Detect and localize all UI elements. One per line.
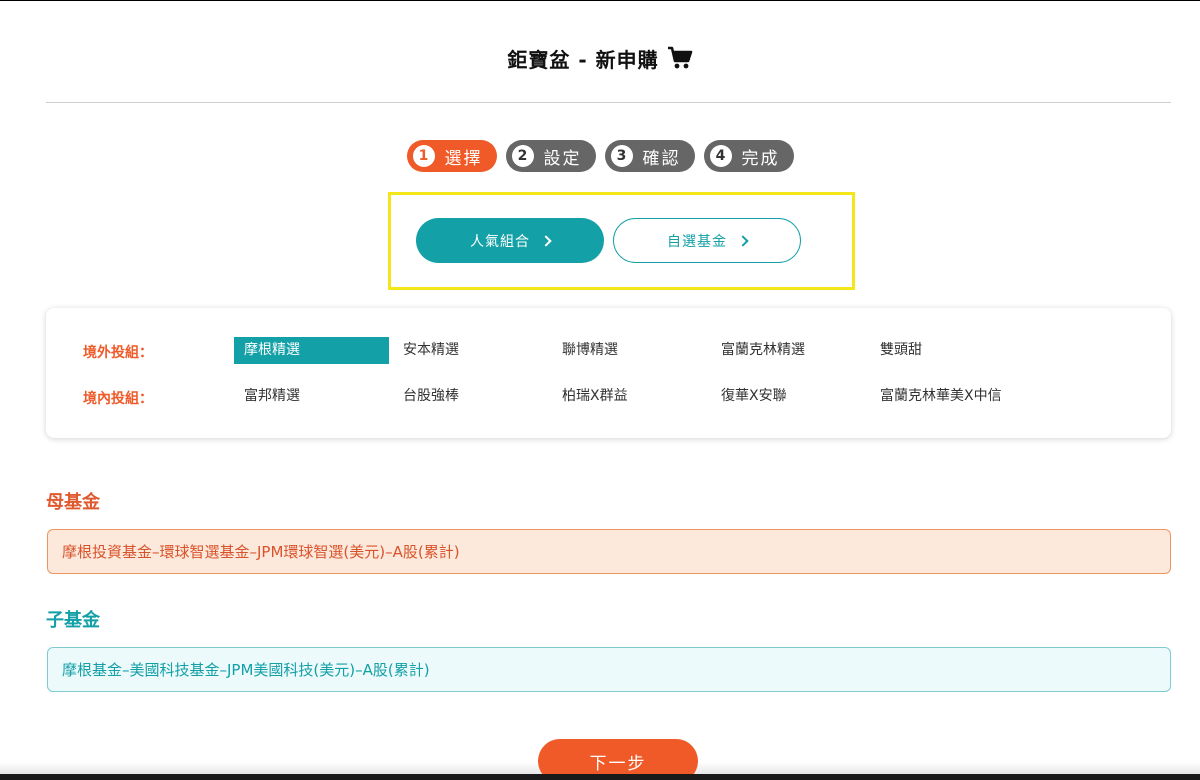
chevron-right-icon [540, 234, 552, 247]
step-label: 確認 [642, 148, 681, 169]
overseas-option[interactable]: 安本精選 [393, 337, 548, 364]
step-number: 3 [610, 145, 633, 167]
header-divider [46, 102, 1171, 103]
chevron-right-icon [737, 234, 749, 247]
step-label: 完成 [741, 148, 780, 169]
domestic-option[interactable]: 台股強棒 [393, 383, 548, 410]
domestic-portfolio-label: 境內投組： [83, 391, 153, 407]
step-select: 1 選擇 [406, 140, 497, 172]
child-fund-box: 摩根基金–美國科技基金–JPM美國科技(美元)–A股(累計) [47, 647, 1171, 692]
taskbar-edge [0, 774, 1200, 780]
domestic-option[interactable]: 復華X安聯 [711, 383, 866, 410]
overseas-option[interactable]: 聯博精選 [552, 337, 707, 364]
custom-fund-button[interactable]: 自選基金 [613, 218, 801, 263]
mother-fund-name: 摩根投資基金–環球智選基金–JPM環球智選(美元)–A股(累計) [62, 543, 460, 561]
window-top-border [0, 0, 1200, 1]
shopping-cart-icon [667, 46, 692, 69]
domestic-option[interactable]: 富邦精選 [234, 383, 389, 410]
progress-steps: 1 選擇 2 設定 3 確認 4 完成 [0, 140, 1200, 172]
child-fund-name: 摩根基金–美國科技基金–JPM美國科技(美元)–A股(累計) [62, 661, 430, 679]
overseas-option[interactable]: 摩根精選 [234, 337, 389, 364]
step-confirm: 3 確認 [604, 140, 695, 172]
step-label: 選擇 [444, 148, 483, 169]
step-number: 1 [412, 145, 435, 167]
page-header: 鉅寶盆 - 新申購 [0, 38, 1200, 78]
step-label: 設定 [543, 148, 582, 169]
custom-fund-label: 自選基金 [667, 233, 727, 250]
overseas-option[interactable]: 富蘭克林精選 [711, 337, 866, 364]
portfolio-selector: 境外投組： 摩根精選 安本精選 聯博精選 富蘭克林精選 雙頭甜 境內投組： 富邦… [46, 308, 1171, 438]
step-settings: 2 設定 [505, 140, 596, 172]
popular-portfolio-label: 人氣組合 [470, 233, 530, 250]
step-number: 4 [709, 145, 732, 167]
child-fund-title: 子基金 [46, 610, 100, 631]
step-number: 2 [511, 145, 534, 167]
overseas-option[interactable]: 雙頭甜 [870, 337, 1025, 364]
step-complete: 4 完成 [703, 140, 794, 172]
popular-portfolio-button[interactable]: 人氣組合 [416, 218, 604, 263]
mother-fund-title: 母基金 [46, 492, 100, 513]
page-title: 鉅寶盆 - 新申購 [507, 47, 659, 72]
domestic-option[interactable]: 柏瑞X群益 [552, 383, 707, 410]
mother-fund-box: 摩根投資基金–環球智選基金–JPM環球智選(美元)–A股(累計) [47, 529, 1171, 574]
overseas-portfolio-label: 境外投組： [83, 345, 153, 361]
domestic-option[interactable]: 富蘭克林華美X中信 [870, 383, 1025, 410]
